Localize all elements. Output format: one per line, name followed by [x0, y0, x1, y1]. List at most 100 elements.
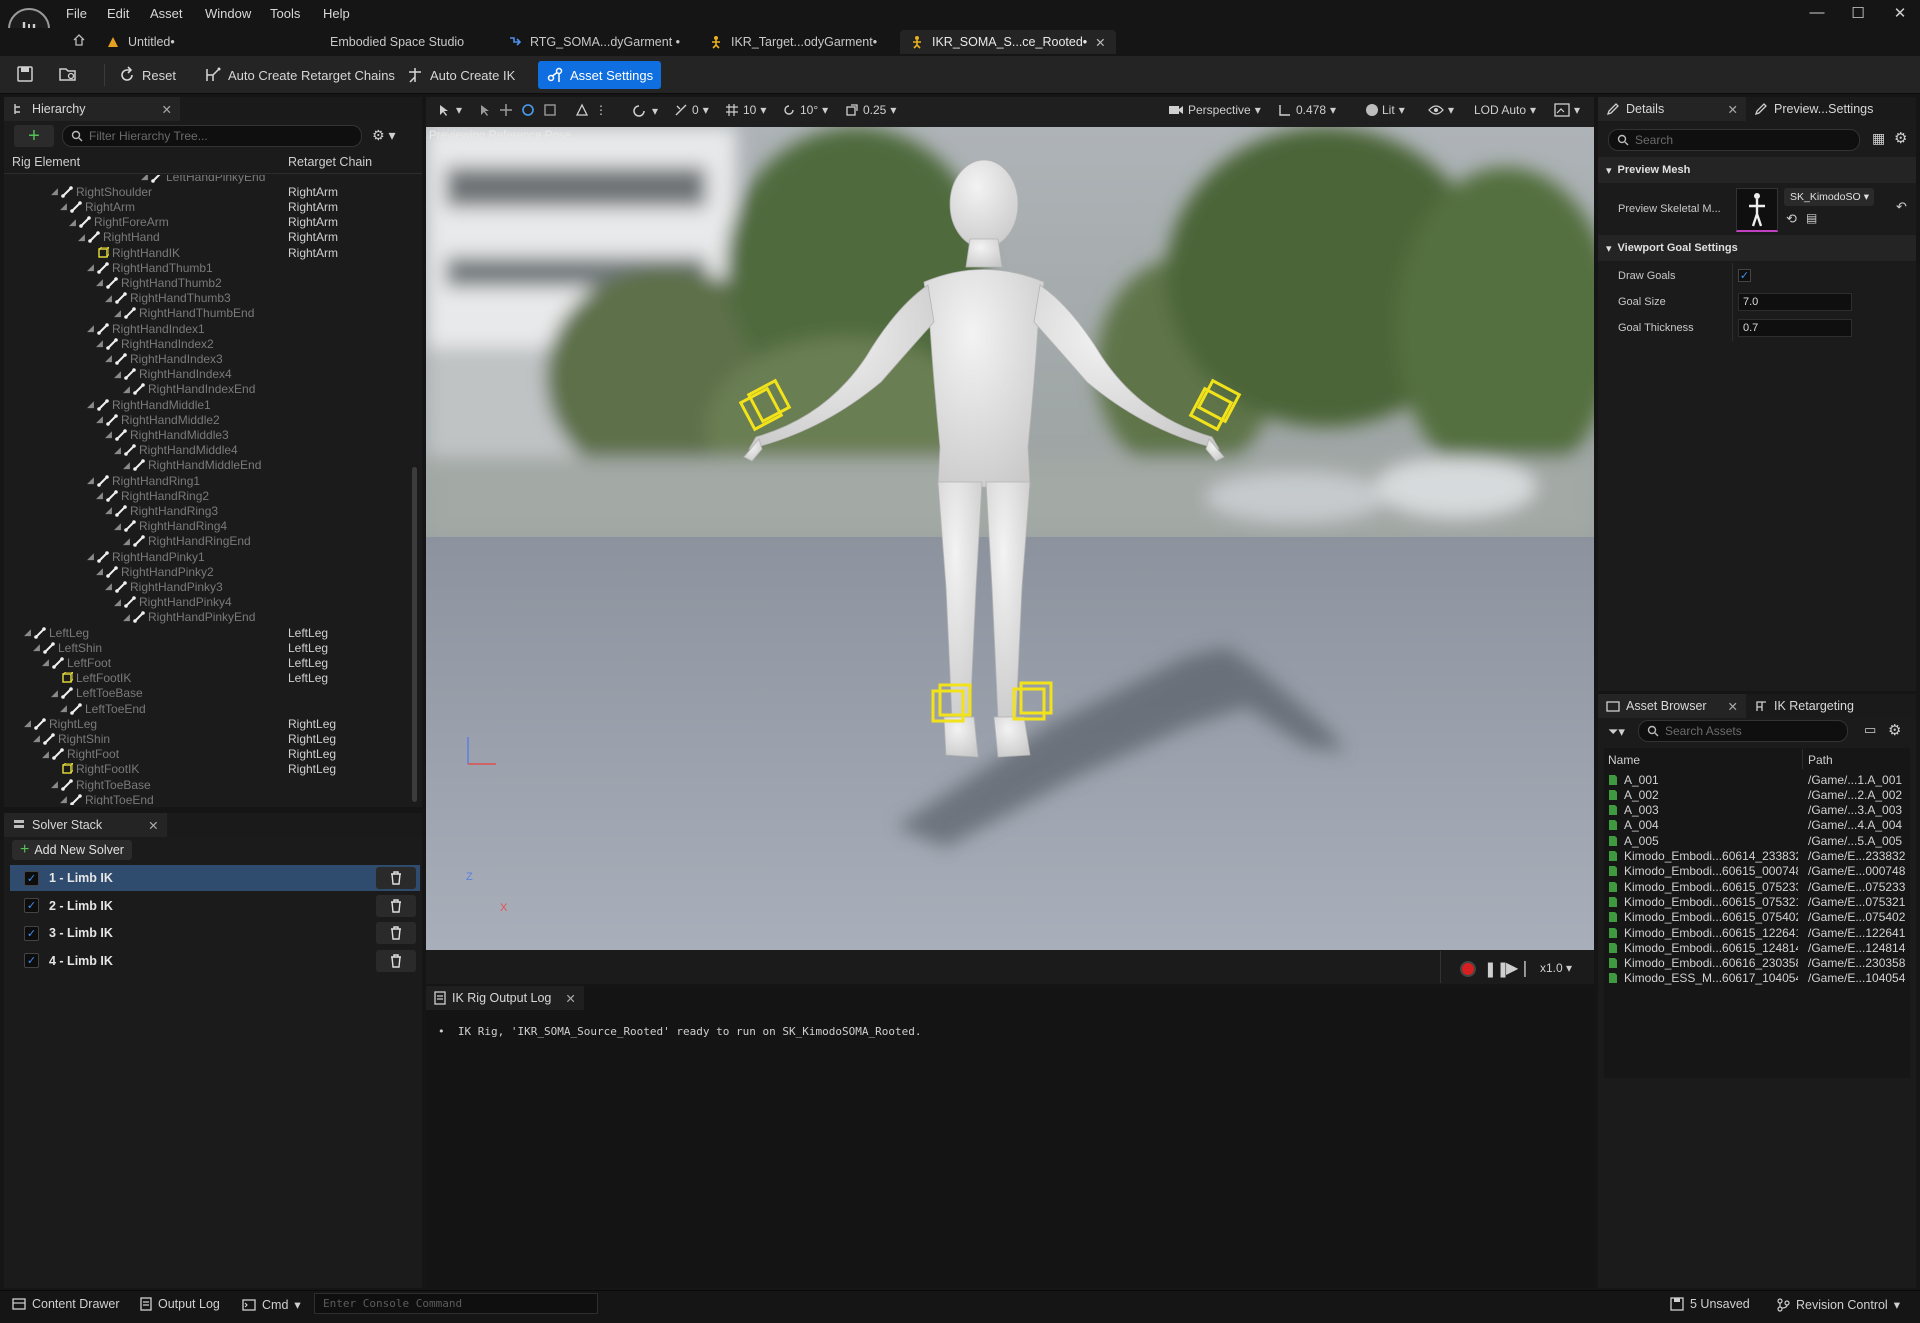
- close-panel-icon[interactable]: ✕: [1728, 699, 1738, 714]
- settings-gear-icon[interactable]: ⚙ ▾: [372, 127, 395, 144]
- asset-settings-button[interactable]: Asset Settings: [538, 61, 662, 89]
- expand-arrow-icon[interactable]: ◢: [69, 217, 79, 228]
- playback-speed-dropdown[interactable]: x1.0 ▾: [1540, 961, 1572, 975]
- expand-arrow-icon[interactable]: ◢: [105, 505, 115, 516]
- translate-icon[interactable]: [499, 103, 513, 117]
- tree-bone-row[interactable]: ◢ LeftLeg LeftLeg: [4, 625, 414, 640]
- expand-arrow-icon[interactable]: ◢: [87, 551, 97, 562]
- tree-bone-row[interactable]: ◢ RightHandRing2: [4, 488, 414, 503]
- lod-dropdown[interactable]: LOD Auto ▾: [1474, 103, 1536, 117]
- rotate-icon[interactable]: [521, 103, 535, 117]
- tab-ik-rig-output-log[interactable]: IK Rig Output Log ✕: [426, 986, 584, 1010]
- add-element-button[interactable]: +: [14, 125, 54, 147]
- col-rig-element[interactable]: Rig Element: [12, 155, 80, 169]
- home-icon[interactable]: [72, 33, 86, 47]
- expand-arrow-icon[interactable]: ◢: [96, 338, 106, 349]
- expand-arrow-icon[interactable]: ◢: [114, 597, 124, 608]
- surface-snap-dropdown[interactable]: ▾: [632, 103, 658, 119]
- asset-row[interactable]: A_002/Game/...2.A_002: [1608, 787, 1908, 802]
- asset-row[interactable]: Kimodo_Embodi...60615_122641/Game/E...12…: [1608, 925, 1908, 940]
- tree-bone-row[interactable]: ◢ RightHandMiddle4: [4, 443, 414, 458]
- tab-solver-stack[interactable]: Solver Stack ✕: [4, 813, 167, 837]
- reset-to-default-icon[interactable]: ↶: [1896, 199, 1907, 215]
- console-command-input[interactable]: Enter Console Command: [314, 1293, 598, 1314]
- tree-bone-row[interactable]: ◢ RightHandRingEnd: [4, 534, 414, 549]
- asset-row[interactable]: A_003/Game/...3.A_003: [1608, 803, 1908, 818]
- skeletal-mesh-dropdown[interactable]: SK_KimodoSO ▾: [1784, 188, 1874, 206]
- asset-row[interactable]: Kimodo_Embodi...60615_075321/Game/E...07…: [1608, 894, 1908, 909]
- menu-file[interactable]: File: [66, 6, 87, 21]
- tree-bone-row[interactable]: ◢ RightHandMiddle2: [4, 412, 414, 427]
- expand-arrow-icon[interactable]: ◢: [60, 794, 70, 805]
- tree-bone-row[interactable]: ◢ RightHandPinkyEnd: [4, 610, 414, 625]
- hierarchy-search-input[interactable]: Filter Hierarchy Tree...: [62, 125, 362, 147]
- show-dropdown[interactable]: ▾: [1428, 103, 1454, 117]
- expand-arrow-icon[interactable]: ◢: [24, 718, 34, 729]
- step-forward-icon[interactable]: ▶❘: [1506, 958, 1532, 978]
- solver-item[interactable]: ✓ 1 - Limb IK: [10, 865, 420, 891]
- camera-speed-dropdown[interactable]: 0 ▾: [674, 103, 709, 117]
- expand-arrow-icon[interactable]: ◢: [105, 293, 115, 304]
- close-panel-icon[interactable]: ✕: [148, 818, 158, 833]
- solver-item[interactable]: ✓ 4 - Limb IK: [10, 948, 420, 974]
- folder-icon[interactable]: ▭: [1864, 722, 1876, 738]
- expand-arrow-icon[interactable]: ◢: [141, 175, 151, 182]
- menu-tools[interactable]: Tools: [270, 6, 300, 21]
- solver-enabled-checkbox[interactable]: ✓: [24, 898, 39, 913]
- details-search-input[interactable]: Search: [1608, 129, 1860, 151]
- asset-row[interactable]: Kimodo_Embodi...60615_075402/Game/E...07…: [1608, 910, 1908, 925]
- expand-arrow-icon[interactable]: ◢: [51, 688, 61, 699]
- delete-solver-button[interactable]: [376, 867, 416, 889]
- expand-arrow-icon[interactable]: ◢: [105, 429, 115, 440]
- close-panel-icon[interactable]: ✕: [565, 991, 575, 1006]
- reset-button[interactable]: Reset: [110, 61, 184, 89]
- tree-goal-row[interactable]: RightHandIK RightArm: [4, 245, 414, 260]
- tree-bone-row[interactable]: ◢ RightHandThumb1: [4, 260, 414, 275]
- filter-dropdown[interactable]: ⏷▾: [1608, 724, 1625, 740]
- expand-arrow-icon[interactable]: ◢: [42, 749, 52, 760]
- expand-arrow-icon[interactable]: ◢: [123, 384, 133, 395]
- tree-bone-row[interactable]: ◢ RightHandRing4: [4, 519, 414, 534]
- asset-row[interactable]: Kimodo_Embodi...60614_233832/Game/E...23…: [1608, 849, 1908, 864]
- asset-row[interactable]: Kimodo_Embodi...60615_124814/Game/E...12…: [1608, 940, 1908, 955]
- expand-arrow-icon[interactable]: ◢: [24, 627, 34, 638]
- asset-row[interactable]: Kimodo_ESS_M...60617_104054/Game/E...104…: [1608, 971, 1908, 986]
- asset-row[interactable]: Kimodo_Embodi...60616_230358/Game/E...23…: [1608, 956, 1908, 971]
- col-path[interactable]: Path: [1808, 753, 1833, 767]
- asset-row[interactable]: Kimodo_Embodi...60615_000748/Game/E...00…: [1608, 864, 1908, 879]
- unsaved-button[interactable]: 5 Unsaved: [1670, 1297, 1750, 1311]
- expand-arrow-icon[interactable]: ◢: [114, 369, 124, 380]
- expand-arrow-icon[interactable]: ◢: [33, 733, 43, 744]
- asset-row[interactable]: A_005/Game/...5.A_005: [1608, 833, 1908, 848]
- goal-size-input[interactable]: 7.0: [1738, 293, 1852, 311]
- tree-bone-row[interactable]: ◢ RightArm RightArm: [4, 199, 414, 214]
- solver-item[interactable]: ✓ 2 - Limb IK: [10, 893, 420, 919]
- tree-bone-row[interactable]: ◢ RightHandIndex4: [4, 367, 414, 382]
- tree-bone-row[interactable]: ◢ RightHandMiddle1: [4, 397, 414, 412]
- tree-bone-row[interactable]: ◢ RightHandThumb3: [4, 291, 414, 306]
- draw-goals-checkbox[interactable]: ✓: [1738, 269, 1751, 282]
- expand-arrow-icon[interactable]: ◢: [87, 475, 97, 486]
- tree-bone-row[interactable]: ◢ RightHandIndex1: [4, 321, 414, 336]
- output-log-button[interactable]: Output Log: [140, 1297, 220, 1311]
- tree-bone-row[interactable]: ◢ RightHandIndexEnd: [4, 382, 414, 397]
- tree-bone-row[interactable]: ◢ RightHandThumb2: [4, 275, 414, 290]
- tree-bone-row[interactable]: ◢ RightHandMiddle3: [4, 427, 414, 442]
- close-panel-icon[interactable]: ✕: [1728, 102, 1738, 117]
- col-name[interactable]: Name: [1608, 753, 1640, 767]
- menu-help[interactable]: Help: [323, 6, 350, 21]
- fov-dropdown[interactable]: 0.478 ▾: [1278, 103, 1336, 117]
- asset-row[interactable]: A_004/Game/...4.A_004: [1608, 818, 1908, 833]
- tree-bone-row[interactable]: ◢ RightShoulder RightArm: [4, 184, 414, 199]
- menu-edit[interactable]: Edit: [107, 6, 129, 21]
- minimize-icon[interactable]: —: [1806, 4, 1828, 21]
- expand-arrow-icon[interactable]: ◢: [105, 353, 115, 364]
- record-icon[interactable]: [1460, 961, 1476, 977]
- mesh-thumbnail[interactable]: [1736, 188, 1778, 232]
- content-drawer-button[interactable]: Content Drawer: [12, 1297, 120, 1311]
- expand-arrow-icon[interactable]: ◢: [60, 201, 70, 212]
- rotation-snap-dropdown[interactable]: 10° ▾: [782, 103, 828, 117]
- scale-snap-dropdown[interactable]: 0.25 ▾: [845, 103, 896, 117]
- browse-folder-icon[interactable]: ▤: [1806, 211, 1817, 225]
- expand-arrow-icon[interactable]: ◢: [96, 414, 106, 425]
